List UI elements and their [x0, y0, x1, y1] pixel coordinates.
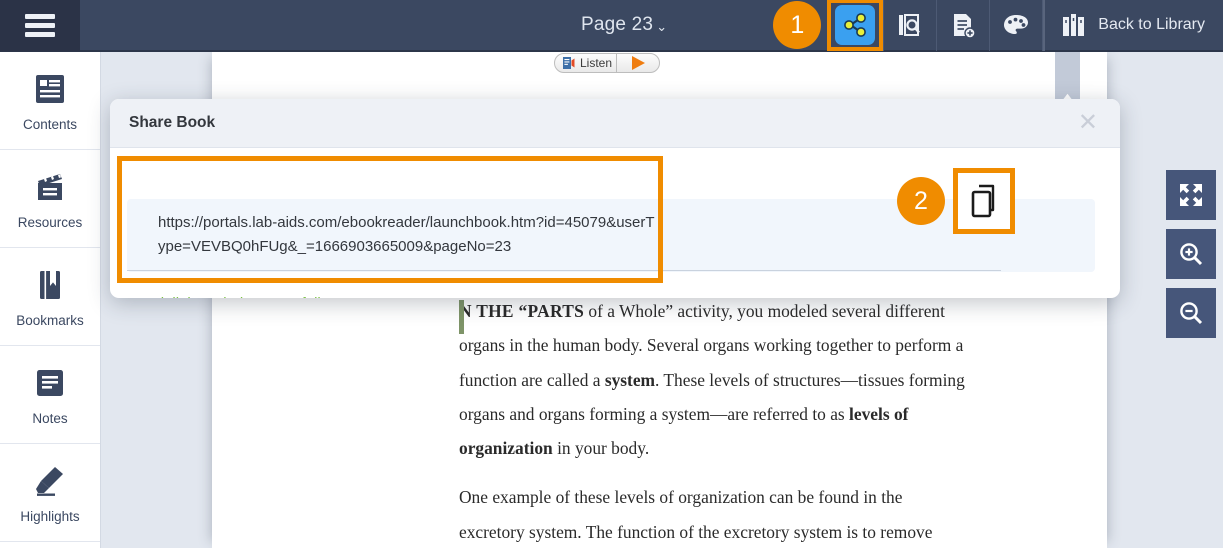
sidebar-item-resources[interactable]: Resources [0, 150, 100, 248]
books-icon [1059, 10, 1089, 40]
sidebar-item-label: Resources [18, 215, 83, 230]
chevron-down-icon: ⌄ [656, 19, 667, 35]
dialog-body: https://portals.lab-aids.com/ebookreader… [110, 148, 1120, 298]
magnifier-minus-icon [1176, 298, 1206, 328]
paragraph-accent-rule [459, 300, 464, 334]
page-number-dropdown[interactable]: Page 23 ⌄ [575, 14, 673, 36]
dialog-title: Share Book [129, 114, 215, 132]
clapperboard-icon [31, 168, 69, 206]
copy-success-message: Book link copied successfully! [134, 295, 332, 298]
notes-icon [31, 364, 69, 402]
zoom-controls [1166, 170, 1216, 338]
sidebar-item-contents[interactable]: Contents [0, 52, 100, 150]
magnifier-plus-icon [1176, 239, 1206, 269]
search-in-book-button[interactable] [883, 0, 936, 51]
sidebar-item-label: Notes [32, 411, 67, 426]
fullscreen-button[interactable] [1166, 170, 1216, 220]
add-note-button[interactable] [936, 0, 989, 51]
listen-play-button[interactable] [616, 53, 660, 73]
back-to-library-button[interactable]: Back to Library [1043, 0, 1223, 51]
play-icon [632, 56, 645, 70]
zoom-in-button[interactable] [1166, 229, 1216, 279]
contents-icon [31, 70, 69, 108]
book-paragraph-1: N THE “PARTS of a Whole” activity, you m… [459, 294, 969, 465]
share-book-button[interactable] [827, 0, 883, 51]
sidebar-item-label: Bookmarks [16, 313, 84, 328]
step-badge-1: 1 [773, 1, 821, 49]
note-add-icon [948, 10, 978, 40]
listen-button[interactable]: Listen [554, 53, 625, 73]
zoom-out-button[interactable] [1166, 288, 1216, 338]
share-book-dialog: Share Book ✕ https://portals.lab-aids.co… [110, 99, 1120, 298]
expand-arrows-icon [1176, 180, 1206, 210]
top-toolbar: Page 23 ⌄ 1 [0, 0, 1223, 52]
paragraph-lead-smallcaps: N THE “PARTS [459, 301, 584, 321]
paragraph-text: in your body. [553, 438, 649, 458]
bookmark-icon [31, 266, 69, 304]
ebook-reader-app: Page 23 ⌄ 1 [0, 0, 1223, 548]
hamburger-menu-icon [25, 10, 55, 41]
paragraph-text: One example of these levels of organizat… [459, 487, 959, 548]
left-sidebar: Contents Resources Bookmarks [0, 52, 101, 548]
paragraph-bold-term: system [605, 370, 655, 390]
step-badge-2: 2 [897, 177, 945, 225]
sidebar-item-bookmarks[interactable]: Bookmarks [0, 248, 100, 346]
highlighter-icon [31, 462, 69, 500]
listen-book-icon [562, 56, 576, 70]
copy-pages-icon [967, 183, 1001, 219]
book-text-content: N THE “PARTS of a Whole” activity, you m… [459, 294, 969, 548]
sidebar-item-notes[interactable]: Notes [0, 346, 100, 444]
sidebar-item-label: Contents [23, 117, 77, 132]
book-paragraph-2: One example of these levels of organizat… [459, 480, 969, 548]
copy-link-button[interactable] [953, 168, 1015, 234]
share-nodes-icon [835, 5, 875, 45]
sidebar-item-highlights[interactable]: Highlights [0, 444, 100, 542]
listen-label: Listen [580, 56, 612, 70]
theme-palette-button[interactable] [989, 0, 1042, 51]
hamburger-menu-button[interactable] [0, 0, 80, 51]
palette-icon [1001, 10, 1031, 40]
share-url-highlight-box [117, 156, 663, 283]
back-to-library-label: Back to Library [1098, 16, 1205, 34]
listen-control: Listen [554, 53, 660, 73]
sidebar-item-label: Highlights [20, 509, 79, 524]
book-search-icon [895, 10, 925, 40]
page-number-label: Page 23 [581, 14, 653, 36]
dialog-header: Share Book ✕ [110, 99, 1120, 148]
close-icon[interactable]: ✕ [1074, 111, 1102, 135]
